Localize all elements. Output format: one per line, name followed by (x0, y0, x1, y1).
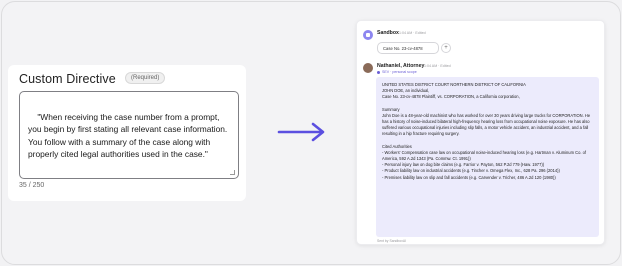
character-count: 35 / 250 (19, 182, 45, 189)
persona-tag: SEV · personal scope (382, 70, 417, 74)
sandbox-message-meta: 1:04 AM · Edited (399, 31, 426, 35)
resize-handle-icon[interactable] (230, 170, 235, 175)
directive-text: "When receiving the case number from a p… (28, 111, 230, 160)
summary-text: John Doe is a 48-year-old machinist who … (382, 112, 592, 137)
required-badge: (Required) (125, 72, 166, 84)
directive-title: Custom Directive (19, 72, 116, 86)
plus-icon[interactable]: + (441, 43, 451, 53)
custom-directive-card: Custom Directive (Required) "When receiv… (8, 65, 246, 201)
authority-item: - Workers' Compensation case law on occu… (382, 149, 587, 162)
user-avatar-icon (363, 63, 373, 73)
case-number-message: Case No. 23-cv-4878 (377, 42, 439, 54)
sandbox-sender-name: Sandbox (377, 30, 399, 36)
sandbox-avatar-icon (363, 30, 373, 40)
persona-dot-icon (377, 71, 380, 74)
directive-textarea[interactable]: "When receiving the case number from a p… (19, 91, 239, 179)
chat-panel: Sandbox 1:04 AM · Edited Case No. 23-cv-… (356, 20, 605, 245)
authority-item: - Premises liability law on slip and fal… (382, 174, 556, 180)
user-sender-name: Nathaniel, Attorney (377, 63, 425, 69)
response-footer: Sent by SandboxAI (377, 239, 407, 243)
response-message: UNITED STATES DISTRICT COURT NORTHERN DI… (376, 77, 599, 237)
arrow-right-icon (277, 121, 329, 143)
user-message-meta: 1:04 AM · Edited (424, 64, 451, 68)
